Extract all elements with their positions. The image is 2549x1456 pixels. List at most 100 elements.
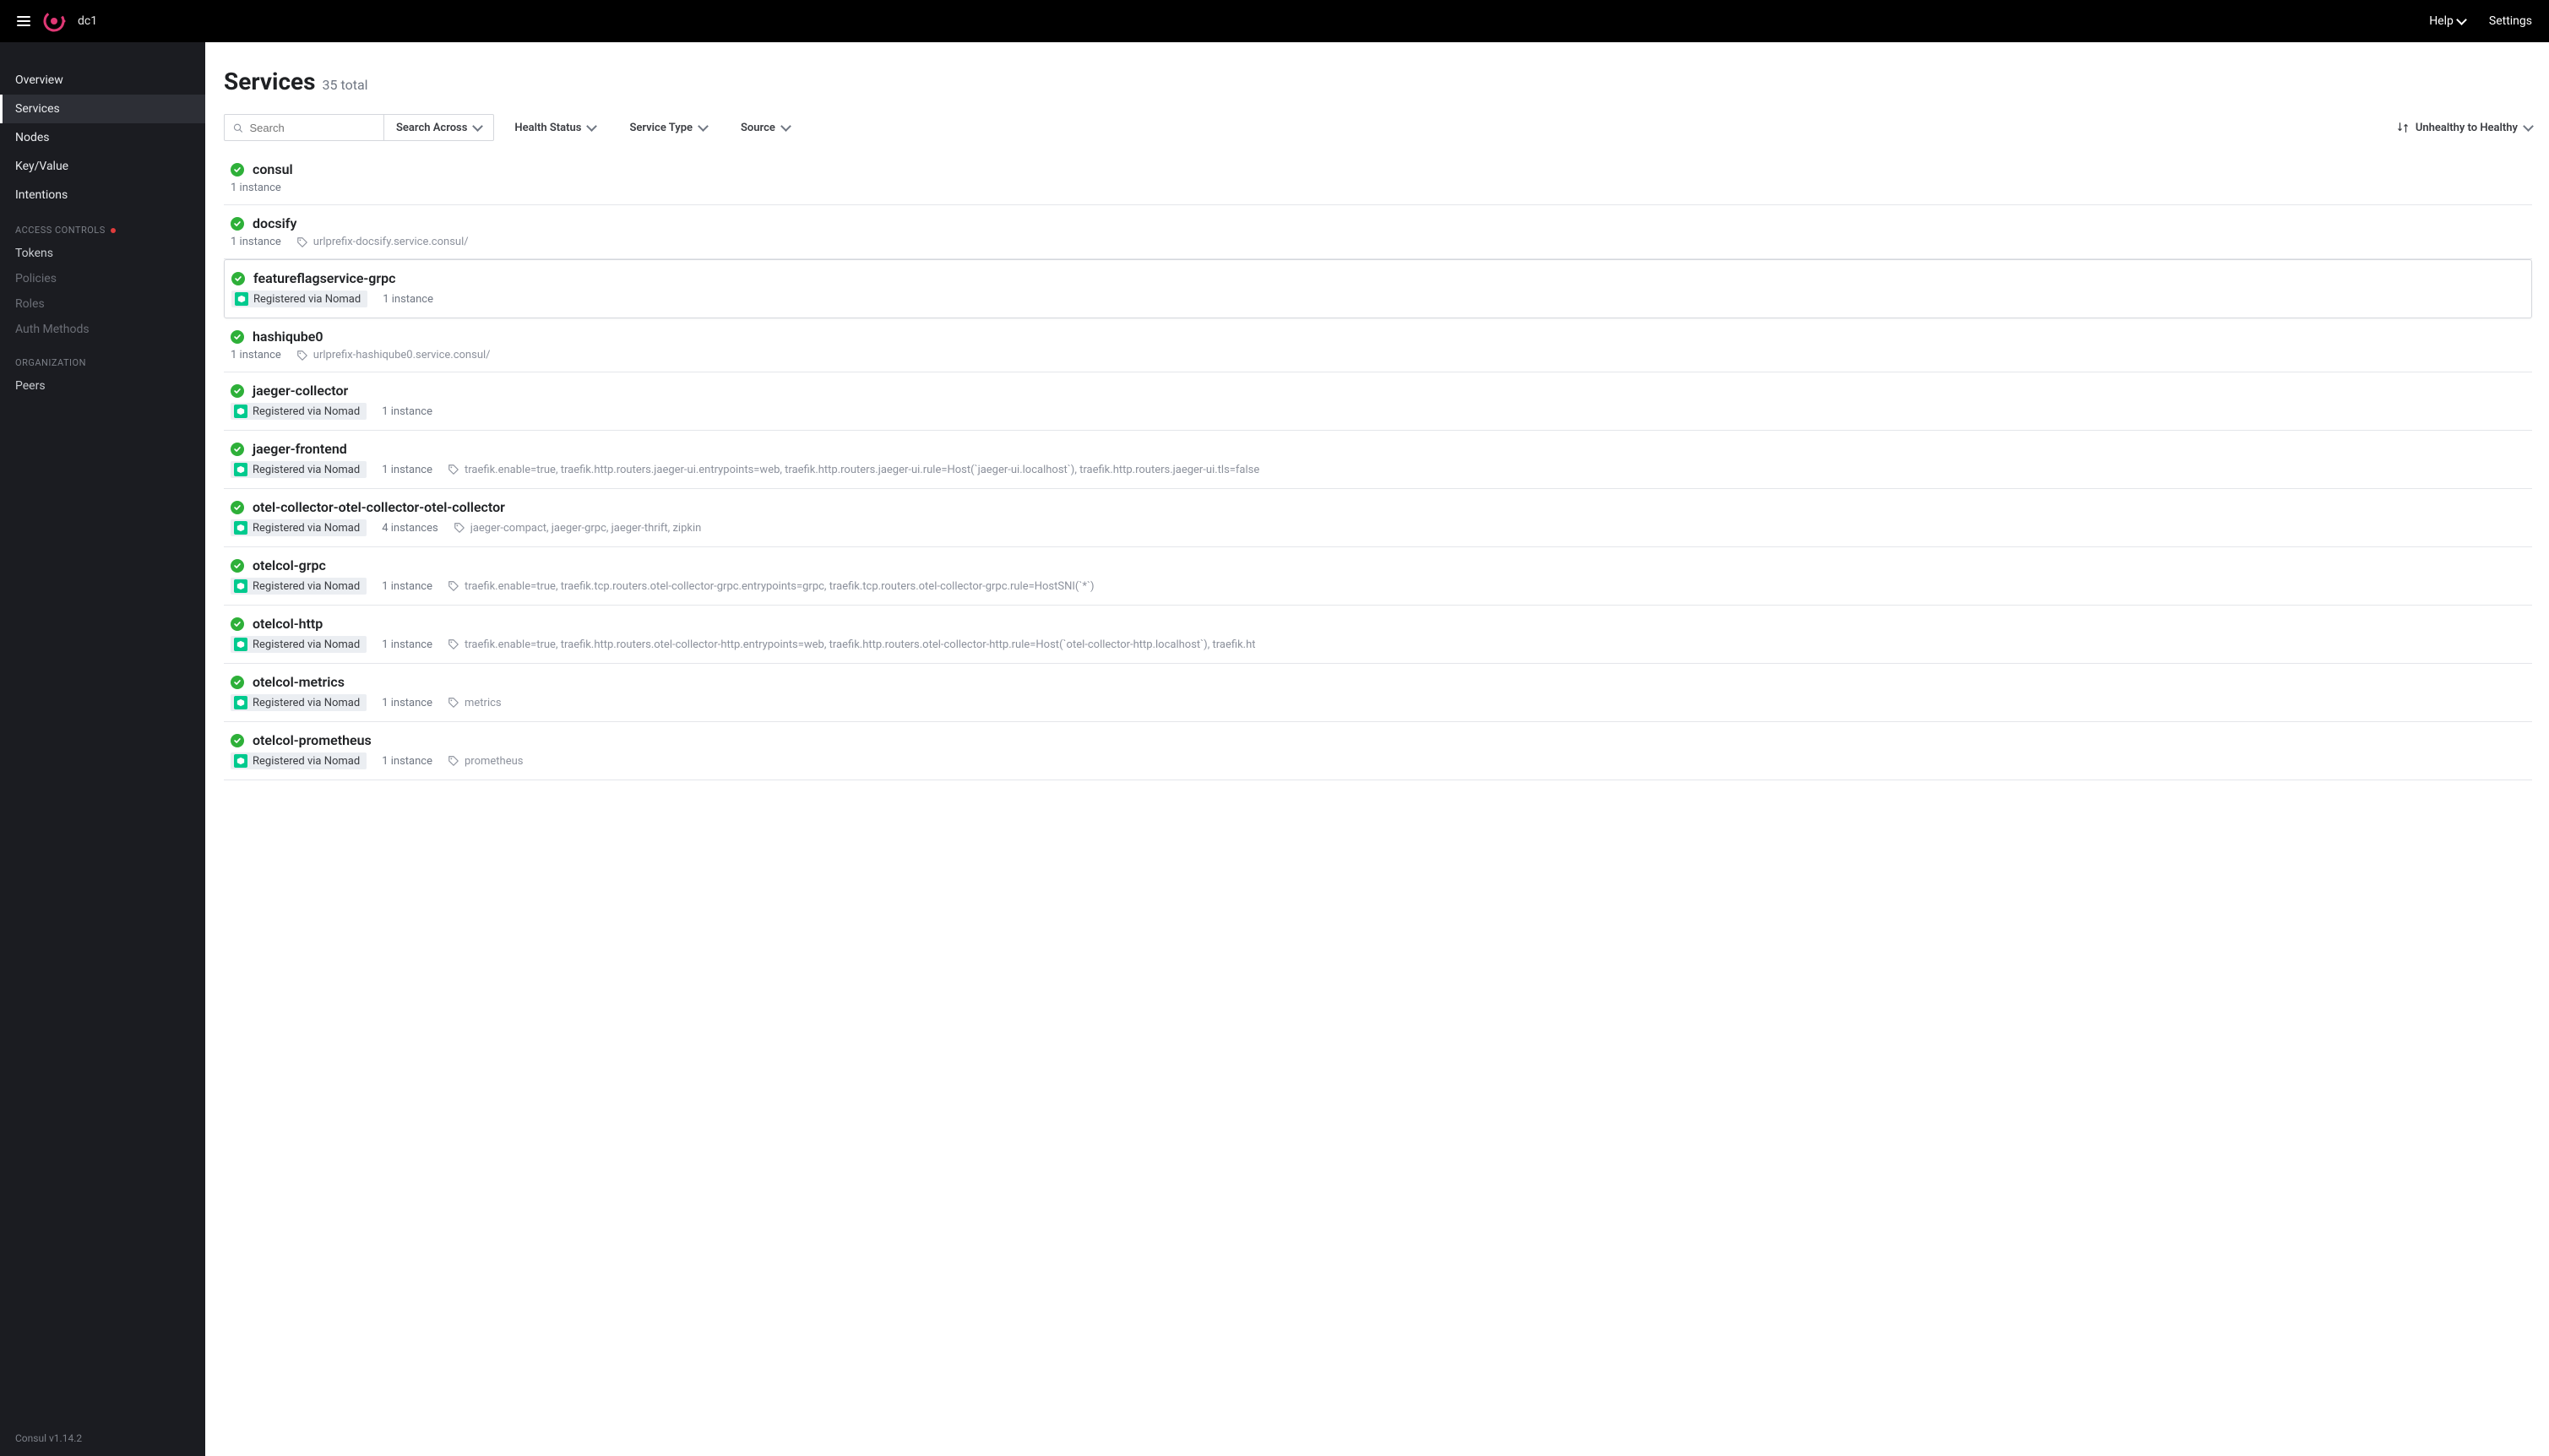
nomad-icon	[234, 754, 247, 768]
health-check-passing-icon	[231, 163, 244, 177]
service-name: otelcol-grpc	[253, 557, 326, 573]
service-name: docsify	[253, 215, 296, 231]
sidebar-item-peers[interactable]: Peers	[0, 373, 205, 399]
search-input[interactable]	[249, 122, 375, 134]
health-check-passing-icon	[231, 676, 244, 689]
search-box[interactable]	[224, 114, 384, 141]
service-tags: jaeger-compact, jaeger-grpc, jaeger-thri…	[454, 522, 702, 535]
instance-count: 1 instance	[382, 580, 432, 593]
sidebar-item-overview[interactable]: Overview	[0, 66, 205, 95]
instance-count: 1 instance	[382, 697, 432, 709]
service-tags: prometheus	[448, 755, 523, 768]
alert-dot-icon	[111, 228, 116, 233]
sidebar-item-roles: Roles	[0, 291, 205, 317]
service-tags: traefik.enable=true, traefik.http.router…	[448, 464, 1259, 476]
search-icon	[233, 122, 242, 133]
instance-count: 1 instance	[382, 405, 432, 418]
instance-count: 1 instance	[382, 464, 432, 476]
filter-service-type[interactable]: Service Type	[629, 122, 707, 134]
service-row[interactable]: otel-collector-otel-collector-otel-colle…	[224, 489, 2532, 547]
sidebar-item-auth-methods: Auth Methods	[0, 317, 205, 342]
health-check-passing-icon	[231, 443, 244, 456]
consul-logo-icon[interactable]	[42, 9, 66, 33]
nomad-icon	[234, 696, 247, 709]
nomad-badge: Registered via Nomad	[231, 403, 367, 420]
service-row[interactable]: hashiqube01 instanceurlprefix-hashiqube0…	[224, 318, 2532, 372]
service-tags: metrics	[448, 697, 502, 709]
sort-icon	[2397, 122, 2409, 133]
health-check-passing-icon	[231, 734, 244, 747]
chevron-down-icon	[698, 121, 709, 132]
service-name: jaeger-frontend	[253, 441, 347, 457]
nomad-badge: Registered via Nomad	[231, 461, 367, 478]
sidebar-item-key-value[interactable]: Key/Value	[0, 152, 205, 181]
help-label: Help	[2429, 14, 2454, 28]
filter-source[interactable]: Source	[741, 122, 790, 134]
service-tags: urlprefix-docsify.service.consul/	[296, 236, 469, 248]
service-tags: traefik.enable=true, traefik.tcp.routers…	[448, 580, 1095, 593]
sort-dropdown[interactable]: Unhealthy to Healthy	[2397, 122, 2532, 134]
nomad-badge: Registered via Nomad	[231, 636, 367, 653]
version-label: Consul v1.14.2	[0, 1421, 205, 1456]
sidebar-item-policies: Policies	[0, 266, 205, 291]
hamburger-menu-icon[interactable]	[17, 16, 30, 26]
nomad-icon	[234, 405, 247, 418]
chevron-down-icon	[2523, 121, 2534, 132]
service-row[interactable]: consul 1 instance	[224, 151, 2532, 205]
nomad-badge: Registered via Nomad	[231, 694, 367, 711]
service-tags: traefik.enable=true, traefik.http.router…	[448, 638, 1256, 651]
health-check-passing-icon	[231, 501, 244, 514]
service-row[interactable]: otelcol-httpRegistered via Nomad1 instan…	[224, 606, 2532, 664]
service-name: otelcol-prometheus	[253, 732, 372, 748]
nomad-icon	[234, 463, 247, 476]
health-check-passing-icon	[231, 384, 244, 398]
service-row[interactable]: otelcol-prometheus Registered via Nomad 1 …	[224, 722, 2532, 780]
service-name: featureflagservice-grpc	[253, 270, 396, 286]
settings-link[interactable]: Settings	[2489, 14, 2532, 28]
nomad-icon	[234, 638, 247, 651]
nomad-icon	[235, 292, 248, 306]
nomad-badge: Registered via Nomad	[231, 752, 367, 769]
search-across-dropdown[interactable]: Search Across	[384, 114, 494, 141]
instance-count: 1 instance	[383, 293, 433, 306]
service-name: jaeger-collector	[253, 383, 348, 399]
sidebar-item-services[interactable]: Services	[0, 95, 205, 123]
datacenter-label[interactable]: dc1	[78, 14, 97, 28]
nomad-badge: Registered via Nomad	[231, 519, 367, 536]
page-title: Services	[224, 68, 316, 95]
service-tags: urlprefix-hashiqube0.service.consul/	[296, 349, 491, 361]
service-row[interactable]: jaeger-frontend Registered via Nomad 1 ins…	[224, 431, 2532, 489]
sidebar-item-nodes[interactable]: Nodes	[0, 123, 205, 152]
service-row[interactable]: otelcol-grpc Registered via Nomad 1 instan…	[224, 547, 2532, 606]
health-check-passing-icon	[231, 617, 244, 631]
total-count: 35 total	[323, 77, 368, 93]
instance-count: 1 instance	[382, 755, 432, 768]
topbar: dc1 Help Settings	[0, 0, 2549, 42]
sidebar: OverviewServicesNodesKey/ValueIntentions…	[0, 42, 205, 1456]
service-row[interactable]: docsify 1 instance urlprefix-docsify.servi…	[224, 205, 2532, 259]
instance-count: 1 instance	[382, 638, 432, 651]
health-check-passing-icon	[231, 272, 245, 285]
nomad-icon	[234, 579, 247, 593]
section-organization: ORGANIZATION	[0, 342, 205, 373]
sidebar-item-tokens[interactable]: Tokens	[0, 241, 205, 266]
main-content: Services 35 total Search Across Health S…	[205, 42, 2549, 1456]
chevron-down-icon	[473, 121, 484, 132]
service-name: otel-collector-otel-collector-otel-colle…	[253, 499, 505, 515]
help-menu[interactable]: Help	[2429, 14, 2465, 28]
sidebar-item-intentions[interactable]: Intentions	[0, 181, 205, 209]
filter-health-status[interactable]: Health Status	[514, 122, 595, 134]
instance-count: 1 instance	[231, 349, 281, 361]
instance-count: 1 instance	[231, 182, 281, 194]
service-row[interactable]: jaeger-collector Registered via Nomad 1 in…	[224, 372, 2532, 431]
service-name: consul	[253, 161, 293, 177]
service-row[interactable]: otelcol-metricsRegistered via Nomad1 ins…	[224, 664, 2532, 722]
service-row[interactable]: featureflagservice-grpc Registered via No…	[224, 259, 2532, 318]
instance-count: 4 instances	[382, 522, 438, 535]
instance-count: 1 instance	[231, 236, 281, 248]
nomad-badge: Registered via Nomad	[231, 578, 367, 595]
service-list: consul 1 instance docsify 1 instance urlpref…	[224, 151, 2532, 780]
chevron-down-icon	[780, 121, 791, 132]
health-check-passing-icon	[231, 559, 244, 573]
nomad-badge: Registered via Nomad	[231, 291, 367, 307]
